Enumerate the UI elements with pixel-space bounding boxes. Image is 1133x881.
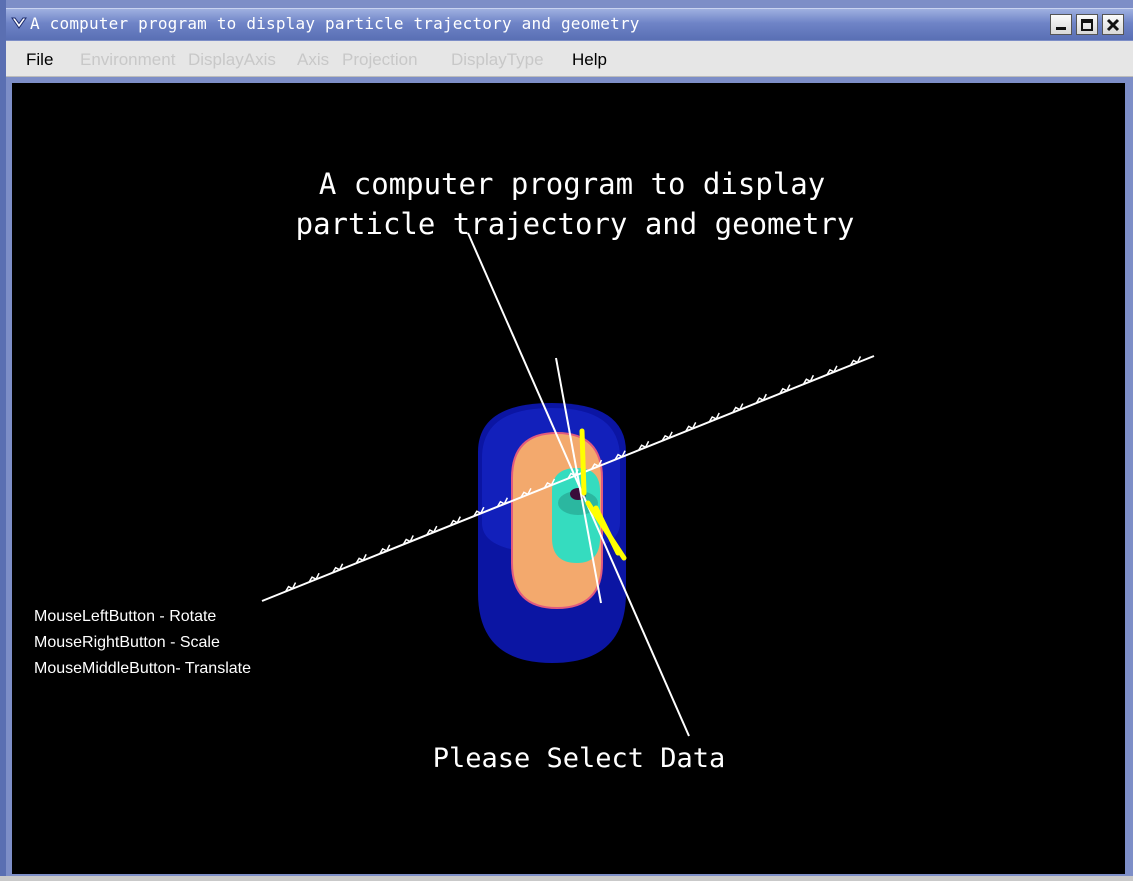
maximize-button[interactable] [1076,14,1098,35]
menu-axis[interactable]: Axis [297,50,329,70]
minimize-icon [1056,26,1066,30]
application-window: A computer program to display particle t… [6,0,1133,881]
close-button[interactable] [1102,14,1124,35]
viewport-heading-line1: A computer program to display [319,167,825,201]
minimize-button[interactable] [1050,14,1072,35]
viewport-heading-line2: particle trajectory and geometry [296,207,855,241]
menu-help[interactable]: Help [572,50,607,70]
help-scale: MouseRightButton - Scale [34,634,220,651]
status-text: Please Select Data [433,743,726,774]
close-icon [1106,18,1120,31]
menu-displaytype[interactable]: DisplayType [451,50,544,70]
window-bottom-border [0,876,1133,881]
detector-scene: A computer program to display particle t… [261,167,875,774]
maximize-icon [1081,18,1093,31]
menu-displayaxis[interactable]: DisplayAxis [188,50,276,70]
menu-environment[interactable]: Environment [80,50,175,70]
help-rotate: MouseLeftButton - Rotate [34,608,217,625]
window-title: A computer program to display particle t… [30,14,640,33]
menu-file[interactable]: File [26,50,53,70]
chevron-down-icon[interactable] [10,14,28,32]
gl-viewport[interactable]: A computer program to display particle t… [12,83,1125,874]
title-bar[interactable]: A computer program to display particle t… [6,8,1133,40]
menu-bar: File Environment DisplayAxis Axis Projec… [6,41,1133,77]
menu-projection[interactable]: Projection [342,50,418,70]
help-translate: MouseMiddleButton- Translate [34,660,251,677]
